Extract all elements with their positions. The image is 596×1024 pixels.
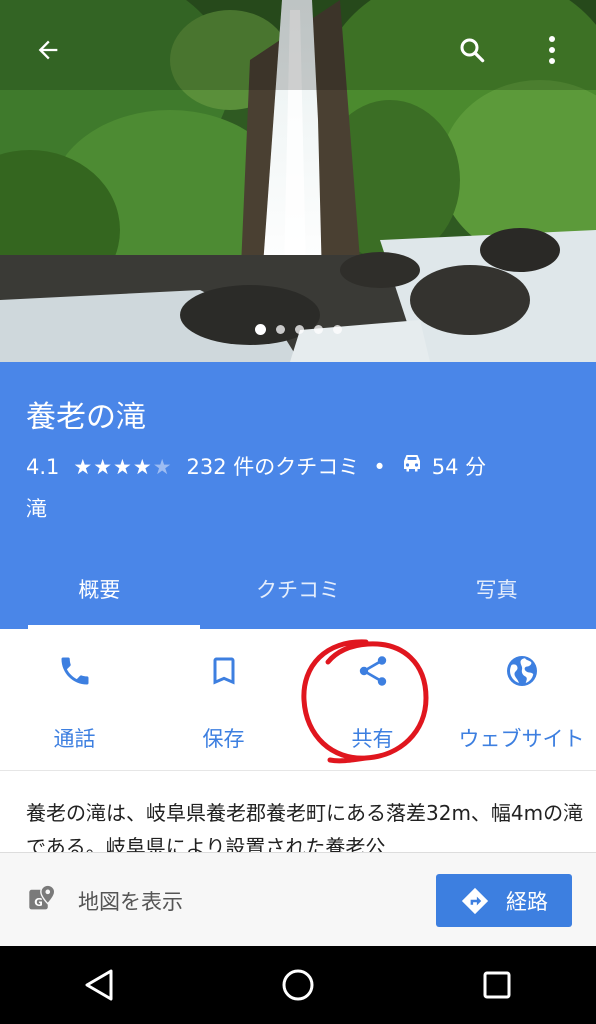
waterfall-photo bbox=[0, 0, 596, 362]
bottom-action-bar: G 地図を表示 経路 bbox=[0, 852, 596, 946]
nav-back-button[interactable] bbox=[59, 955, 139, 1015]
tab-photos-label: 写真 bbox=[475, 577, 518, 602]
bookmark-icon bbox=[213, 657, 234, 685]
save-label: 保存 bbox=[202, 727, 245, 751]
red-annotation-circle bbox=[301, 639, 429, 764]
nav-back-icon bbox=[85, 969, 113, 1001]
nav-recents-icon bbox=[483, 971, 511, 999]
tab-overview[interactable]: 概要 bbox=[0, 548, 199, 629]
drive-time: 54 分 bbox=[431, 455, 487, 479]
tab-bar: 概要 クチコミ 写真 bbox=[0, 548, 596, 629]
more-vert-icon bbox=[549, 36, 555, 64]
nav-home-button[interactable] bbox=[258, 955, 338, 1015]
tab-overview-label: 概要 bbox=[78, 577, 121, 602]
tab-reviews-label: クチコミ bbox=[256, 577, 340, 602]
search-icon bbox=[460, 38, 485, 63]
rating-stars: ★★★★★ bbox=[73, 452, 172, 482]
arrow-back-icon bbox=[38, 40, 58, 60]
more-options-button[interactable] bbox=[524, 22, 580, 78]
back-button[interactable] bbox=[20, 22, 76, 78]
svg-text:G: G bbox=[34, 897, 43, 909]
directions-button[interactable]: 経路 bbox=[436, 874, 572, 927]
car-icon bbox=[400, 452, 424, 482]
rating-stars-empty: ★ bbox=[152, 455, 173, 479]
call-label: 通話 bbox=[53, 727, 96, 751]
pager-dot bbox=[313, 325, 323, 334]
pager-dot bbox=[332, 325, 342, 334]
hero-photo[interactable] bbox=[0, 0, 596, 362]
rating-value: 4.1 bbox=[26, 455, 60, 479]
save-button[interactable]: 保存 bbox=[149, 629, 298, 770]
nav-home-icon bbox=[282, 969, 314, 1001]
directions-icon bbox=[461, 887, 489, 914]
pager-dot bbox=[254, 324, 266, 335]
show-map-link[interactable]: 地図を表示 bbox=[78, 886, 183, 916]
pager-dot bbox=[294, 325, 304, 334]
photo-pager-dots bbox=[0, 324, 596, 335]
tab-reviews[interactable]: クチコミ bbox=[199, 548, 398, 629]
tab-photos[interactable]: 写真 bbox=[397, 548, 596, 629]
place-category: 滝 bbox=[26, 497, 47, 521]
meta-separator: • bbox=[373, 455, 386, 479]
phone-icon bbox=[61, 657, 88, 685]
system-nav-bar bbox=[0, 946, 596, 1024]
website-label: ウェブサイト bbox=[458, 727, 585, 751]
search-button[interactable] bbox=[444, 22, 500, 78]
map-pin-icon: G bbox=[28, 884, 56, 918]
place-title: 養老の滝 bbox=[26, 400, 146, 435]
globe-icon bbox=[506, 656, 537, 686]
nav-recents-button[interactable] bbox=[457, 955, 537, 1015]
call-button[interactable]: 通話 bbox=[0, 629, 149, 770]
directions-label: 経路 bbox=[506, 889, 548, 914]
website-button[interactable]: ウェブサイト bbox=[447, 629, 596, 770]
review-count: 232 件のクチコミ bbox=[186, 455, 360, 479]
pager-dot bbox=[275, 325, 285, 334]
rating-row[interactable]: 4.1 ★★★★★ 232 件のクチコミ • 54 分 bbox=[26, 452, 486, 482]
place-header: 養老の滝 4.1 ★★★★★ 232 件のクチコミ • 54 分 滝 bbox=[0, 362, 596, 548]
rating-stars-full: ★★★★ bbox=[73, 455, 153, 479]
